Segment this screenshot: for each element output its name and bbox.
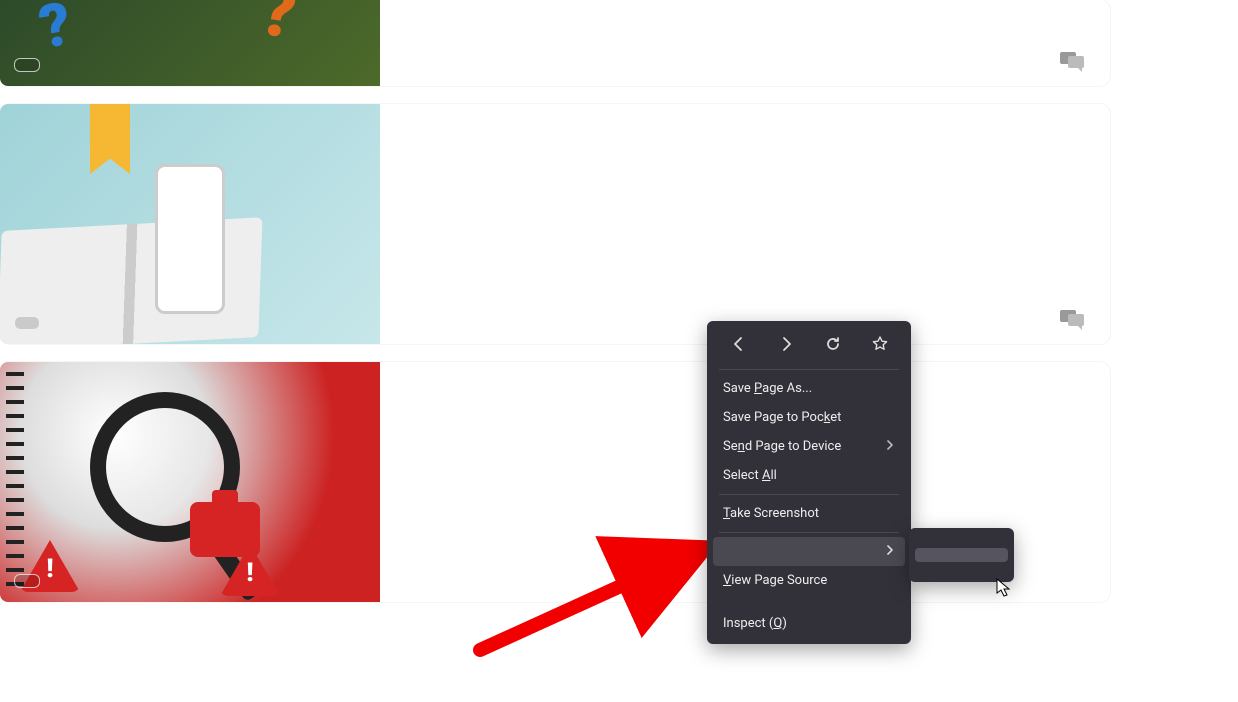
article-meta [398,50,1094,78]
mouse-cursor-icon [996,578,1012,598]
reload-icon[interactable] [822,333,844,355]
article-card[interactable]: ? ? [0,0,1110,86]
chevron-right-icon [885,439,895,454]
submenu-explain-this[interactable] [915,548,1008,562]
menu-select-all[interactable]: Select All [713,461,905,490]
article-body [398,104,1110,344]
category-tag[interactable] [14,316,40,330]
decor-question-mark: ? [254,0,301,56]
forward-icon[interactable] [775,333,797,355]
context-nav-row [713,327,905,365]
context-submenu [909,528,1014,582]
menu-view-source[interactable]: View Page Source [713,566,905,595]
submenu-quiz-me[interactable] [915,562,1008,576]
menu-ask-chatgpt[interactable] [713,537,905,566]
decor-spiral [6,372,24,592]
menu-inspect[interactable]: Inspect (Q) [713,609,905,638]
menu-send-to-device[interactable]: Send Page to Device [713,432,905,461]
article-body [398,0,1110,86]
chevron-right-icon [885,544,895,559]
article-thumbnail[interactable]: ! ! [0,362,380,602]
menu-separator [719,494,899,495]
menu-take-screenshot[interactable]: Take Screenshot [713,499,905,528]
decor-bookmark [90,104,130,174]
category-tag[interactable] [14,574,40,588]
decor-phone [155,164,225,314]
comments-icon [1060,308,1086,330]
article-thumbnail[interactable]: ? ? [0,0,380,86]
bookmark-star-icon[interactable] [869,333,891,355]
comments-link[interactable] [1060,50,1094,72]
submenu-summarize[interactable] [915,534,1008,548]
menu-save-page-as[interactable]: Save Page As... [713,374,905,403]
category-tag[interactable] [14,58,40,72]
comments-icon [1060,50,1086,72]
menu-separator [719,532,899,533]
decor-question-mark: ? [34,0,76,63]
article-thumbnail[interactable] [0,104,380,344]
comments-link[interactable] [1060,308,1094,330]
article-card[interactable] [0,104,1110,344]
menu-inspect-accessibility[interactable] [713,595,905,609]
menu-save-to-pocket[interactable]: Save Page to Pocket [713,403,905,432]
context-menu: Save Page As... Save Page to Pocket Send… [707,321,911,644]
back-icon[interactable] [728,333,750,355]
menu-separator [719,369,899,370]
